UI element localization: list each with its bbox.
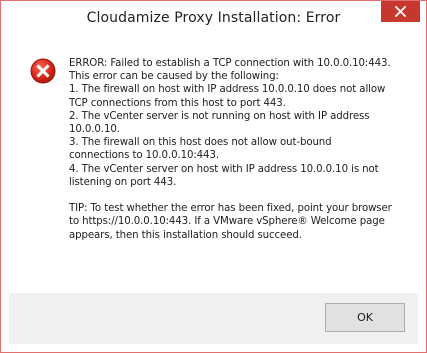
error-message: ERROR: Failed to establish a TCP connect… [69, 57, 405, 242]
close-icon [395, 6, 406, 17]
button-bar: OK [9, 293, 418, 344]
message-line: TCP connections from this host to port 4… [69, 97, 286, 109]
message-line: 2. The vCenter server is not running on … [69, 110, 370, 122]
message-spacer [69, 189, 405, 202]
error-dialog-window: Cloudamize Proxy Installation: Error ERR… [0, 0, 427, 353]
message-line: 3. The firewall on this host does not al… [69, 137, 332, 149]
ok-button[interactable]: OK [325, 303, 405, 332]
message-line: 4. The vCenter server on host with IP ad… [69, 163, 379, 175]
message-line: ERROR: Failed to establish a TCP connect… [69, 58, 391, 69]
message-line: connections to 10.0.0.10:443. [69, 150, 219, 162]
message-line: This error can be caused by the followin… [69, 71, 279, 83]
tip-line: to https://10.0.0.10:443. If a VMware vS… [69, 216, 385, 228]
tip-line: TIP: To test whether the error has been … [69, 203, 392, 215]
dialog-content: ERROR: Failed to establish a TCP connect… [9, 35, 418, 292]
message-line: 1. The firewall on host with IP address … [69, 84, 386, 96]
title-bar[interactable]: Cloudamize Proxy Installation: Error [1, 1, 426, 35]
window-title: Cloudamize Proxy Installation: Error [86, 10, 341, 26]
close-button[interactable] [381, 1, 420, 22]
error-icon [30, 58, 56, 84]
tip-line: appears, then this installation should s… [69, 229, 302, 241]
message-line: listening on port 443. [69, 176, 177, 188]
message-line: 10.0.0.10. [69, 124, 120, 136]
